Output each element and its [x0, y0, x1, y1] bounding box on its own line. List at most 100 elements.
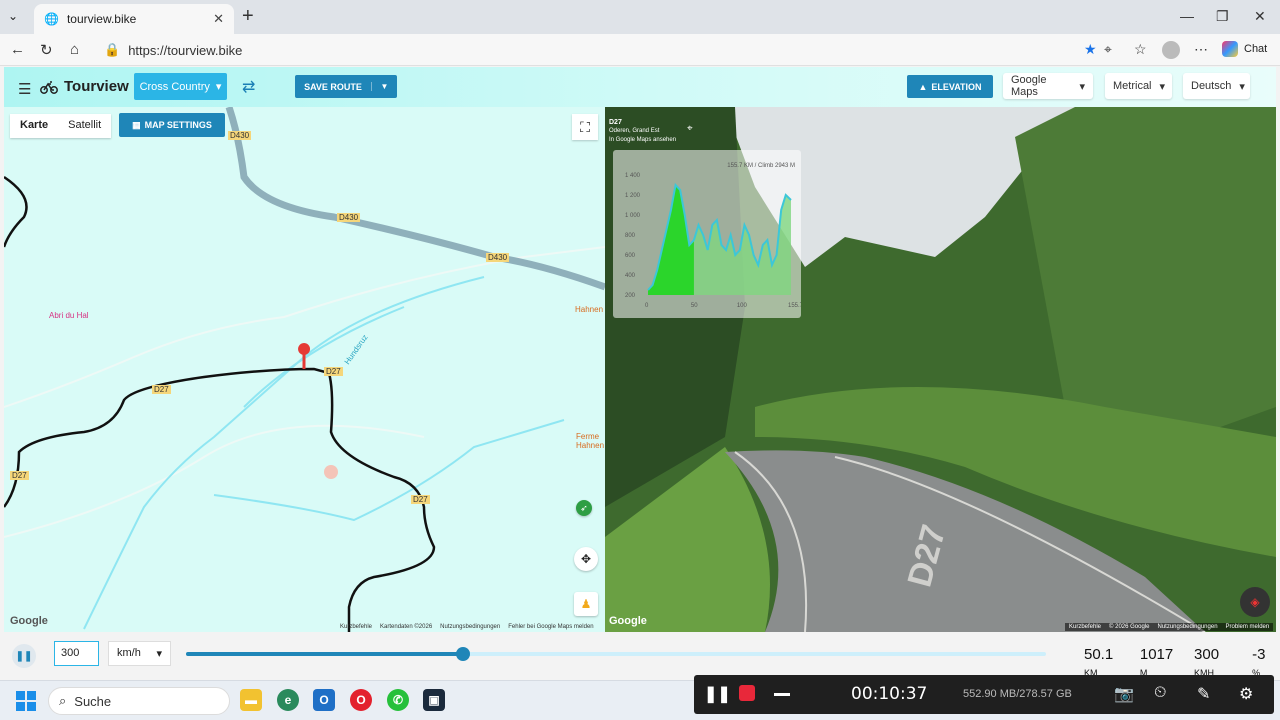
map-settings-button[interactable]: ▦ MAP SETTINGS: [119, 113, 225, 137]
home-icon[interactable]: ⌂: [70, 41, 79, 58]
copilot-icon: [1222, 41, 1238, 57]
save-options-caret-icon[interactable]: ▼: [371, 82, 397, 91]
elevation-chart: 1 400 1 200 1 000 800 600 400 200 0 50 100 155.7: [625, 173, 801, 309]
sv-footer-terms[interactable]: Nutzungsbedingungen: [1157, 624, 1217, 630]
tab-title: tourview.bike: [66, 12, 137, 26]
whatsapp-icon[interactable]: ✆: [387, 689, 409, 711]
recorder-stop-icon[interactable]: [739, 685, 755, 701]
route-map[interactable]: Karte Satellit ▦ MAP SETTINGS ⛶ D430 D43…: [4, 107, 605, 632]
caret-down-icon: ▾: [1079, 80, 1085, 93]
poi-ferme-hahnen[interactable]: Ferme Hahnen: [576, 432, 604, 450]
poi-abri-du-hal[interactable]: Abri du Hal: [49, 311, 89, 320]
map-footer-shortcuts[interactable]: Kurzbefehle: [340, 624, 372, 630]
road-label: D430: [228, 131, 252, 140]
app-logo[interactable]: Tourview: [40, 78, 129, 95]
recorder-app-icon[interactable]: ▣: [423, 689, 445, 711]
map-type-satellit[interactable]: Satellit: [58, 114, 111, 138]
speed-unit-select[interactable]: km/h ▾: [108, 641, 171, 666]
restore-icon[interactable]: ❐: [1216, 8, 1229, 25]
sv-footer-shortcuts[interactable]: Kurzbefehle: [1069, 624, 1101, 630]
favorites-icon[interactable]: ☆: [1134, 41, 1147, 58]
pegman-icon[interactable]: ♟: [574, 592, 598, 616]
language-value: Deutsch: [1191, 80, 1232, 92]
speed-input[interactable]: 300: [54, 641, 99, 666]
minimize-icon[interactable]: —: [1180, 8, 1194, 24]
recorder-storage: 552.90 MB/278.57 GB: [963, 688, 1072, 700]
sv-footer-copyright: © 2026 Google: [1109, 624, 1150, 630]
copilot-chat-button[interactable]: Chat: [1222, 41, 1267, 57]
recenter-icon[interactable]: ✥: [574, 547, 598, 571]
elevation-label: ELEVATION: [931, 81, 982, 92]
menu-icon[interactable]: ☰: [18, 80, 31, 98]
tab-list-chevron-icon[interactable]: ⌄: [8, 9, 18, 23]
google-logo: Google: [609, 615, 647, 627]
sv-open-link[interactable]: In Google Maps ansehen: [609, 136, 676, 145]
map-footer: Kurzbefehle Kartendaten ©2026 Nutzungsbe…: [340, 624, 594, 630]
street-view-info: D27 Oderen, Grand Est In Google Maps ans…: [609, 118, 676, 145]
browser-tabbar: ⌄ 🌐 tourview.bike ✕ + — ❐ ✕: [0, 0, 1280, 34]
back-icon[interactable]: ←: [10, 41, 25, 58]
map-provider-select[interactable]: Google Maps ▾: [1003, 73, 1093, 99]
units-select[interactable]: Metrical ▾: [1105, 73, 1172, 99]
map-icon: ▦: [132, 119, 141, 130]
compass-icon[interactable]: ➶: [576, 500, 592, 516]
sv-footer-report[interactable]: Problem melden: [1226, 624, 1270, 630]
map-type-karte[interactable]: Karte: [10, 114, 58, 138]
settings-gear-icon[interactable]: ⚙: [1239, 684, 1253, 704]
road-label: D27: [411, 495, 430, 504]
street-view[interactable]: D27 D27 Oderen, Grand Est In Google Maps…: [605, 107, 1276, 632]
location-pin-icon[interactable]: ⌖: [687, 123, 693, 134]
swap-direction-icon[interactable]: ⇄: [242, 77, 255, 97]
site-info-icon[interactable]: 🔒: [104, 42, 120, 58]
street-compass-icon[interactable]: ◈: [1240, 587, 1270, 617]
map-type-toggle: Karte Satellit: [10, 114, 112, 138]
elevation-y-tick: 200: [625, 293, 636, 299]
map-footer-terms[interactable]: Nutzungsbedingungen: [440, 624, 500, 630]
poi-hahnen[interactable]: Hahnen: [575, 305, 603, 314]
road-label: D430: [486, 253, 510, 262]
language-select[interactable]: Deutsch ▾: [1183, 73, 1250, 99]
app-name: Tourview: [64, 78, 129, 95]
elevation-y-tick: 800: [625, 233, 636, 239]
file-explorer-icon[interactable]: ▬: [240, 689, 262, 711]
road-label: D27: [152, 385, 171, 394]
mountain-icon: ▲: [918, 81, 928, 92]
edge-icon[interactable]: e: [277, 689, 299, 711]
save-route-button[interactable]: SAVE ROUTE ▼: [295, 75, 397, 98]
elevation-y-tick: 1 000: [625, 213, 641, 219]
app-header: ☰ Tourview Cross Country ▾ ⇄ SAVE ROUTE …: [4, 67, 1276, 107]
map-provider-value: Google Maps: [1011, 74, 1047, 98]
recorder-minimize-icon[interactable]: [774, 693, 790, 696]
location-icon[interactable]: ⌖: [1104, 41, 1112, 58]
schedule-icon[interactable]: ⏲: [1154, 684, 1166, 702]
taskbar-search[interactable]: ⌕ Suche: [48, 687, 230, 715]
opera-icon[interactable]: O: [350, 689, 372, 711]
progress-handle[interactable]: [455, 647, 470, 661]
close-window-icon[interactable]: ✕: [1254, 8, 1266, 25]
reload-icon[interactable]: ↻: [40, 41, 53, 59]
recorder-pause-icon[interactable]: ❚❚: [704, 684, 731, 704]
edit-icon[interactable]: ✎: [1197, 684, 1210, 704]
outlook-icon[interactable]: O: [313, 689, 335, 711]
elevation-button[interactable]: ▲ ELEVATION: [907, 75, 993, 98]
map-canvas: [4, 107, 605, 632]
more-menu-icon[interactable]: ⋯: [1194, 41, 1208, 58]
route-progress-slider[interactable]: [186, 647, 1046, 661]
url-field[interactable]: 🔒 https://tourview.bike: [96, 38, 1126, 62]
elevation-x-tick: 50: [691, 303, 698, 309]
globe-icon: 🌐: [44, 12, 59, 26]
new-tab-button[interactable]: +: [242, 5, 254, 28]
profile-avatar[interactable]: [1162, 41, 1180, 62]
favorite-star-icon[interactable]: ★: [1084, 41, 1097, 58]
caret-down-icon: ▾: [1239, 80, 1245, 93]
pause-button[interactable]: ❚❚: [12, 644, 36, 668]
browser-tab[interactable]: 🌐 tourview.bike ✕: [34, 4, 234, 34]
camera-icon[interactable]: 📷: [1114, 684, 1134, 704]
windows-start-icon[interactable]: [16, 691, 36, 711]
map-footer-report[interactable]: Fehler bei Google Maps melden: [508, 624, 593, 630]
fullscreen-icon[interactable]: ⛶: [572, 114, 598, 140]
caret-down-icon: ▾: [156, 648, 162, 660]
route-type-dropdown[interactable]: Cross Country ▾: [134, 73, 227, 100]
close-tab-icon[interactable]: ✕: [213, 11, 224, 27]
road-label: D430: [337, 213, 361, 222]
